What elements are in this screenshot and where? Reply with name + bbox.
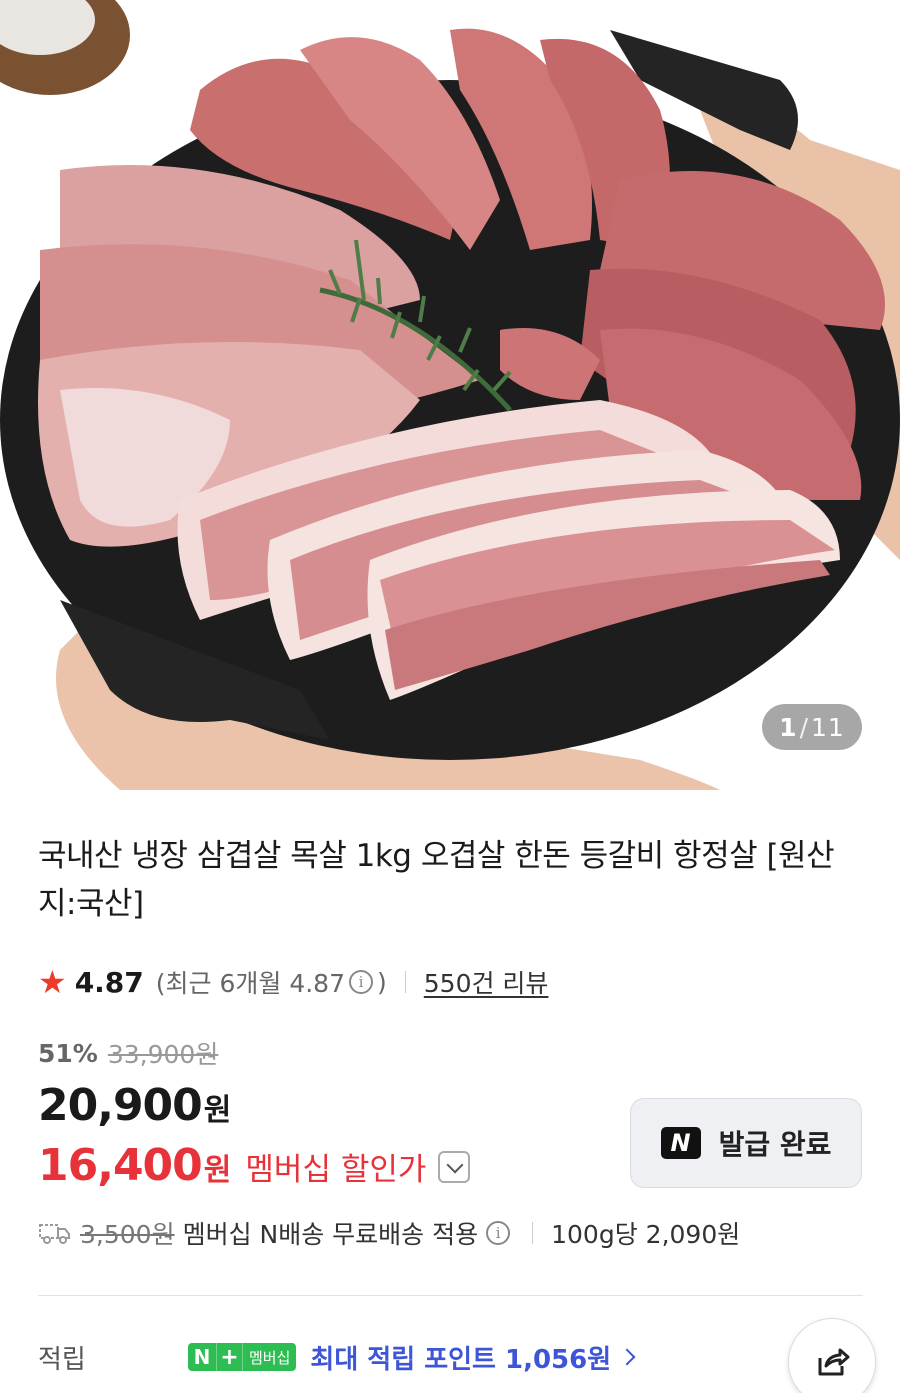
product-title: 국내산 냉장 삼겹살 목살 1kg 오겹살 한돈 등갈비 항정살 [원산지:국산… [38,838,835,922]
member-price-row[interactable]: 16,400 원 멤버십 할인가 [38,1140,471,1191]
shipping-info-icon[interactable]: i [486,1221,511,1245]
reviews-link[interactable]: 550건 리뷰 [424,964,549,1000]
shipping-text: 멤버십 N배송 무료배송 적용 [182,1220,479,1249]
membership-badge: 멤버십 [242,1343,297,1371]
chevron-down-icon[interactable] [438,1151,471,1183]
sale-price: 20,900 [38,1080,203,1131]
shipping-old-fee: 3,500원 [80,1220,175,1249]
rating-score: 4.87 [74,965,144,999]
star-icon: ★ [38,963,67,1001]
image-counter-current: 1 [779,712,798,742]
divider [532,1222,534,1244]
product-photo [0,0,900,790]
membership-plus-badge: + [216,1343,242,1371]
image-counter-total: 11 [811,712,845,742]
shipping-row: 3,500원 멤버십 N배송 무료배송 적용 i 100g당 2,090원 [38,1213,740,1253]
membership-n-badge: N [188,1343,216,1371]
coupon-label: 발급 완료 [718,1128,832,1161]
member-price: 16,400 [38,1140,203,1191]
original-price: 33,900원 [107,1040,219,1069]
coupon-issued-button[interactable]: N 발급 완료 [630,1098,862,1188]
points-label: 적립 [38,1344,86,1375]
truck-icon [39,1224,70,1244]
recent-rating: (최근 6개월 4.87 i ) [156,964,387,1000]
recent-rating-text: (최근 6개월 4.87 [155,969,345,998]
unit-price: 100g당 2,090원 [551,1220,741,1249]
discount-percent: 51% [38,1038,98,1068]
info-icon[interactable]: i [349,970,373,994]
divider [404,971,406,993]
rating-row: ★ 4.87 (최근 6개월 4.87 i ) 550건 리뷰 [38,962,548,1002]
image-counter: 1 / 11 [762,704,862,750]
section-divider [38,1295,863,1296]
points-row[interactable]: 적립 N + 멤버십 최대 적립 포인트 1,056원 [38,1335,636,1379]
product-image-gallery[interactable]: 1 / 11 [0,0,900,790]
sale-price-row: 20,900 원 [38,1080,231,1131]
image-counter-separator: / [799,712,810,742]
member-price-label: 멤버십 할인가 [245,1152,427,1188]
share-button[interactable] [788,1318,876,1393]
discount-row: 51% 33,900원 [38,1035,218,1071]
max-points-link[interactable]: 최대 적립 포인트 1,056원 [310,1339,611,1376]
share-icon [818,1348,850,1376]
chevron-right-icon [618,1348,636,1366]
naver-n-icon: N [660,1127,701,1159]
member-price-unit: 원 [203,1153,232,1188]
recent-rating-close: ) [377,967,387,997]
sale-price-unit: 원 [203,1093,232,1128]
